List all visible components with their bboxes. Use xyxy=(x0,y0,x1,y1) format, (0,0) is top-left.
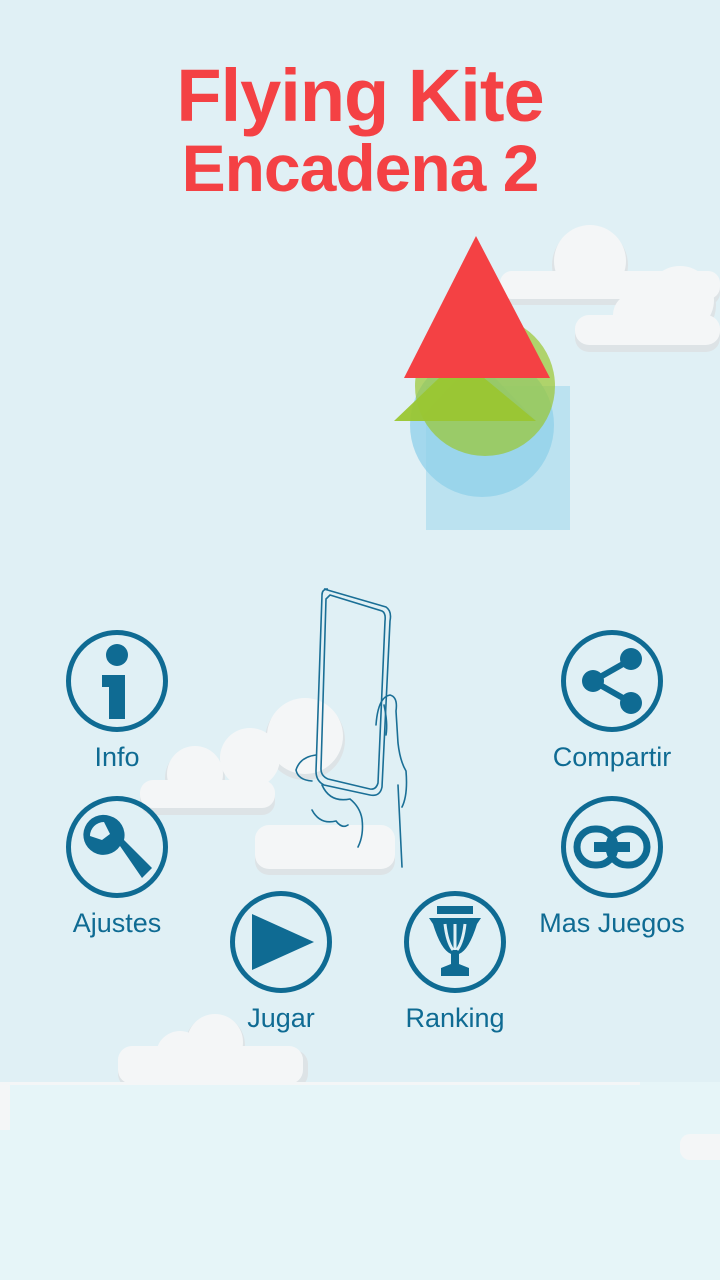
trophy-icon xyxy=(429,906,481,976)
info-button-ring xyxy=(66,630,168,732)
bottom-band xyxy=(0,1082,720,1280)
settings-button[interactable]: Ajustes xyxy=(27,796,207,939)
ranking-button-ring xyxy=(404,891,506,993)
play-button-ring xyxy=(230,891,332,993)
share-label: Compartir xyxy=(552,742,672,772)
play-label: Jugar xyxy=(247,1003,315,1033)
ranking-label: Ranking xyxy=(405,1003,505,1033)
play-button[interactable]: Jugar xyxy=(191,891,371,1034)
share-button-ring xyxy=(561,630,663,732)
play-icon xyxy=(252,914,314,970)
share-icon xyxy=(582,648,642,714)
game-subtitle: Encadena 2 xyxy=(181,131,540,205)
more-games-label: Mas Juegos xyxy=(539,908,685,938)
more-games-button[interactable]: Mas Juegos xyxy=(522,796,702,939)
bottom-band-edge-right xyxy=(680,1134,720,1160)
chain-link-icon xyxy=(573,825,651,869)
game-title: Flying Kite xyxy=(176,54,544,137)
more-games-button-ring xyxy=(561,796,663,898)
settings-label: Ajustes xyxy=(72,908,162,938)
wrench-icon xyxy=(83,814,152,878)
info-button[interactable]: Info xyxy=(27,630,207,773)
ranking-button[interactable]: Ranking xyxy=(365,891,545,1034)
bottom-band-edge-left xyxy=(0,1082,10,1130)
share-button[interactable]: Compartir xyxy=(522,630,702,773)
hand-phone-illustration xyxy=(295,588,408,868)
bottom-band-edge xyxy=(0,1082,640,1085)
info-label: Info xyxy=(94,742,140,772)
info-icon xyxy=(102,644,128,719)
settings-button-ring xyxy=(66,796,168,898)
kite-illustration xyxy=(394,236,570,530)
